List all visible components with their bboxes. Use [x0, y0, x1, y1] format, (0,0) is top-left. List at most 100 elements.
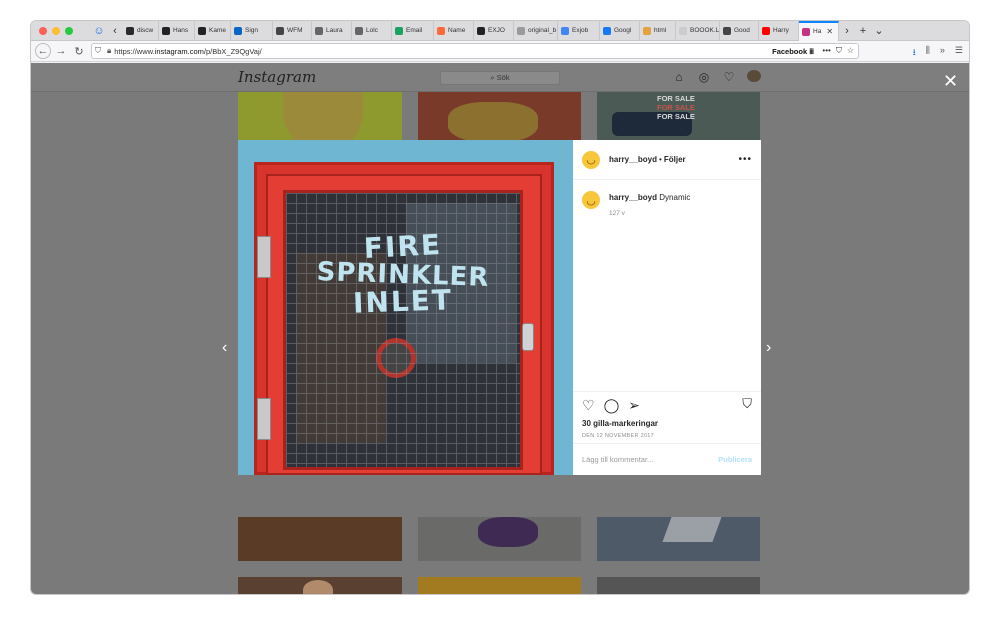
- browser-tab[interactable]: Sign: [231, 21, 273, 41]
- share-paper-plane-icon[interactable]: ➢: [628, 397, 640, 414]
- tab-favicon-icon: [477, 26, 485, 35]
- shield-icon[interactable]: ⛉: [95, 46, 101, 56]
- tab-list-menu-icon[interactable]: ⌄: [871, 21, 887, 41]
- caption-age: 127 v: [609, 210, 625, 217]
- explore-compass-icon[interactable]: ◎: [697, 70, 711, 85]
- tab-favicon-icon: [437, 26, 445, 35]
- tab-label: original_b: [528, 27, 557, 34]
- browser-tab[interactable]: Harry: [759, 21, 799, 41]
- for-sale-sign: FOR SALE: [657, 112, 695, 121]
- back-button[interactable]: ←: [35, 43, 51, 59]
- browser-tab[interactable]: discw: [123, 21, 159, 41]
- post-caption: ◡ harry__boyd Dynamic 127 v: [582, 191, 690, 221]
- publish-button[interactable]: Publicera: [718, 455, 752, 464]
- grid-thumb-cookies[interactable]: [238, 517, 402, 561]
- home-icon[interactable]: ⌂: [672, 70, 686, 85]
- post-actions: ♡ ◯ ➢ ⛉ 30 gilla-markeringar DEN 12 NOVE…: [573, 391, 761, 439]
- tab-scroll-right-icon[interactable]: ›: [839, 21, 855, 41]
- comment-input[interactable]: Lägg till kommentar...: [582, 455, 653, 464]
- tab-list: discw Hans Kame Sign WFM Laura Lolc Email Name EX…: [123, 21, 839, 41]
- likes-count[interactable]: 30 gilla-markeringar: [582, 419, 752, 428]
- zoom-window-button[interactable]: [65, 26, 73, 35]
- profile-avatar-icon[interactable]: [747, 70, 761, 85]
- grid-thumb-portrait[interactable]: [238, 577, 402, 594]
- grid-thumb-yellow[interactable]: [418, 577, 581, 594]
- post-photo[interactable]: FIRE SPRINKLER INLET: [238, 140, 573, 475]
- address-bar[interactable]: ⛉ 🔒︎ https://www.instagram.com/p/BbX_Z9Q…: [91, 43, 859, 59]
- minimize-window-button[interactable]: [52, 26, 60, 35]
- browser-tab[interactable]: Hans: [159, 21, 195, 41]
- door-handle: [522, 323, 534, 351]
- pocket-icon[interactable]: ⛉: [836, 46, 842, 56]
- tab-label: EXJO: [488, 27, 505, 34]
- browser-tab[interactable]: html: [640, 21, 676, 41]
- tab-label: Lolc: [366, 27, 378, 34]
- browser-tab[interactable]: BOOOK.L: [676, 21, 720, 41]
- tab-label: html: [654, 27, 667, 34]
- browser-tab[interactable]: Good: [720, 21, 759, 41]
- new-tab-button[interactable]: +: [855, 21, 871, 41]
- like-heart-icon[interactable]: ♡: [582, 397, 595, 414]
- for-sale-sign: FOR SALE: [657, 94, 695, 103]
- next-post-arrow-icon[interactable]: ›: [766, 339, 771, 357]
- browser-tab[interactable]: Exjob: [558, 21, 600, 41]
- grid-thumb-fabric[interactable]: [418, 517, 581, 561]
- search-input[interactable]: ⌕ Sök: [440, 71, 560, 85]
- reload-button[interactable]: ↻: [71, 43, 87, 59]
- activity-heart-icon[interactable]: ♡: [722, 70, 736, 85]
- browser-tab[interactable]: WFM: [273, 21, 312, 41]
- tab-label: Googl: [614, 27, 632, 34]
- caption-avatar[interactable]: ◡: [582, 191, 600, 209]
- tab-favicon-icon: [395, 26, 403, 35]
- extension-icon[interactable]: ☺: [91, 21, 107, 41]
- hinge: [257, 236, 271, 278]
- url-text[interactable]: https://www.instagram.com/p/BbX_Z9QgVaj/: [114, 47, 261, 56]
- browser-tab[interactable]: Name: [434, 21, 474, 41]
- lock-icon[interactable]: 🔒︎: [107, 46, 111, 56]
- tab-scroll-left-icon[interactable]: ‹: [107, 21, 123, 41]
- user-avatar[interactable]: ◡: [582, 150, 600, 169]
- tab-favicon-icon: [355, 26, 363, 35]
- browser-tab[interactable]: Kame: [195, 21, 231, 41]
- browser-tab[interactable]: original_b: [514, 21, 558, 41]
- facebook-container-badge[interactable]: Facebook ⅲ: [772, 47, 814, 56]
- previous-post-arrow-icon[interactable]: ‹: [222, 339, 227, 357]
- forward-button[interactable]: →: [53, 43, 69, 59]
- tab-label: BOOOK.L: [690, 27, 720, 34]
- tab-favicon-icon: [198, 26, 206, 35]
- hamburger-menu-icon[interactable]: ☰: [955, 45, 963, 61]
- tab-strip: ☺ ‹ discw Hans Kame Sign WFM Laura Lolc Email Na…: [31, 21, 969, 41]
- instagram-header: Instagram ⌕ Sök ⌂ ◎ ♡: [31, 63, 969, 92]
- caption-username[interactable]: harry__boyd: [609, 193, 657, 202]
- page-actions-icon[interactable]: •••: [822, 46, 830, 56]
- tab-favicon-icon: [679, 26, 687, 35]
- browser-tab[interactable]: Laura: [312, 21, 352, 41]
- browser-tab[interactable]: Googl: [600, 21, 640, 41]
- instagram-logo[interactable]: Instagram: [238, 68, 316, 86]
- overflow-icon[interactable]: »: [940, 45, 945, 61]
- separator-dot: •: [659, 155, 662, 164]
- close-window-button[interactable]: [39, 26, 47, 35]
- browser-tab[interactable]: EXJO: [474, 21, 514, 41]
- comment-form: Lägg till kommentar... Publicera: [573, 443, 761, 475]
- close-modal-icon[interactable]: ✕: [943, 72, 958, 90]
- tab-favicon-icon: [762, 26, 770, 35]
- more-options-icon[interactable]: •••: [738, 154, 752, 165]
- post-username[interactable]: harry__boyd: [609, 155, 657, 164]
- browser-tab[interactable]: Ha ✕: [799, 21, 839, 41]
- following-button[interactable]: Följer: [664, 155, 686, 164]
- downloads-icon[interactable]: ⭳: [913, 45, 916, 61]
- grid-thumb-rocks[interactable]: [597, 577, 760, 594]
- close-tab-icon[interactable]: ✕: [826, 27, 833, 36]
- tab-label: WFM: [287, 27, 303, 34]
- comment-bubble-icon[interactable]: ◯: [604, 397, 620, 414]
- bookmark-star-icon[interactable]: ☆: [847, 46, 854, 56]
- browser-window: ☺ ‹ discw Hans Kame Sign WFM Laura Lolc Email Na…: [31, 21, 969, 594]
- post-sidebar: ◡ harry__boyd • Följer ••• ◡ harry__boyd…: [573, 140, 761, 475]
- save-bookmark-icon[interactable]: ⛉: [742, 396, 752, 412]
- browser-tab[interactable]: Lolc: [352, 21, 392, 41]
- grid-thumb-paper[interactable]: [597, 517, 760, 561]
- library-icon[interactable]: ⫼: [926, 45, 930, 61]
- tab-label: Kame: [209, 27, 226, 34]
- browser-tab[interactable]: Email: [392, 21, 434, 41]
